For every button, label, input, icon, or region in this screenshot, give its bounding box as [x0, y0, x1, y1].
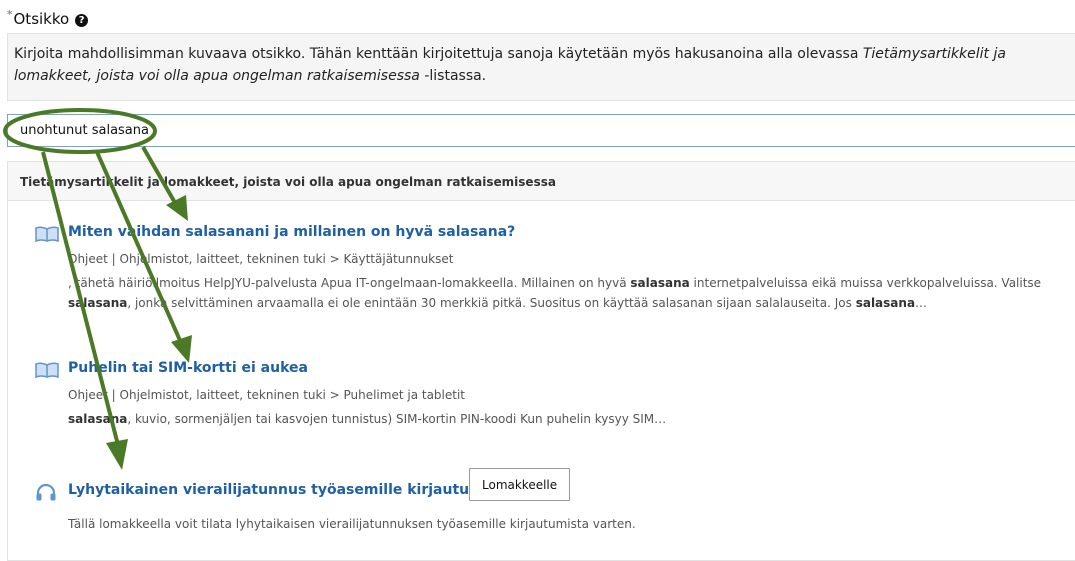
- kb-item-snippet: , tähetä häiriöilmoitus HelpJYU-palvelus…: [68, 276, 1042, 310]
- field-hint: Kirjoita mahdollisimman kuvaava otsikko.…: [7, 33, 1075, 101]
- kb-item-path: Ohjeet | Ohjelmistot, laitteet, tekninen…: [68, 388, 465, 402]
- kb-panel-header: Tietämysartikkelit ja lomakkeet, joista …: [8, 162, 1075, 201]
- hint-text-end: -listassa.: [419, 68, 487, 84]
- required-marker: *: [7, 8, 13, 21]
- kb-item-path: Ohjeet | Ohjelmistot, laitteet, tekninen…: [68, 252, 454, 266]
- open-form-button[interactable]: Lomakkeelle: [469, 468, 571, 501]
- kb-item-snippet: salasana, kuvio, sormenjäljen tai kasvoj…: [68, 412, 667, 426]
- kb-item-title-link[interactable]: Puhelin tai SIM-kortti ei aukea: [68, 360, 308, 376]
- book-icon: [35, 362, 59, 382]
- hint-text: Kirjoita mahdollisimman kuvaava otsikko.…: [14, 46, 863, 62]
- book-icon: [35, 226, 59, 246]
- title-input[interactable]: [7, 114, 1075, 147]
- headset-icon: [35, 483, 57, 506]
- question-circle-icon[interactable]: ?: [75, 14, 89, 27]
- kb-item-snippet: Tällä lomakkeella voit tilata lyhytaikai…: [68, 517, 636, 531]
- kb-item-title-link[interactable]: Miten vaihdan salasanani ja millainen on…: [68, 224, 515, 240]
- kb-item-title-link[interactable]: Lyhytaikainen vierailijatunnus työasemil…: [68, 482, 526, 498]
- field-label-text: Otsikko: [13, 10, 70, 28]
- title-field-label: *Otsikko?: [7, 8, 89, 28]
- kb-suggestions-panel: Tietämysartikkelit ja lomakkeet, joista …: [7, 161, 1075, 561]
